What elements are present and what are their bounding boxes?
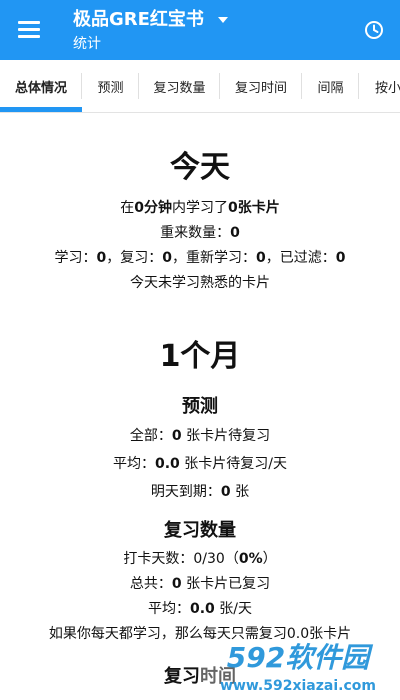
today-mature-line: 今天未学习熟悉的卡片 bbox=[130, 275, 270, 291]
clock-icon[interactable] bbox=[364, 20, 384, 40]
dropdown-arrow-icon bbox=[217, 17, 228, 23]
forecast-tomorrow-line: 明天到期：0 张 bbox=[150, 484, 250, 500]
today-again-line: 重来数量：0 bbox=[160, 225, 240, 241]
today-heading: 今天 bbox=[170, 150, 230, 185]
tab-label: 复习数量 bbox=[153, 80, 206, 96]
today-breakdown-line: 学习：0，复习：0，重新学习：0，已过滤：0 bbox=[54, 250, 346, 266]
today-studied-line: 在0分钟内学习了0张卡片 bbox=[120, 200, 280, 216]
page-subtitle: 统计 bbox=[73, 36, 101, 52]
tab-label: 间隔 bbox=[317, 80, 344, 96]
tab-intervals[interactable]: 间隔 bbox=[302, 60, 359, 112]
tab-overview[interactable]: 总体情况 bbox=[0, 60, 82, 112]
stats-content[interactable]: 今天 在0分钟内学习了0张卡片 重来数量：0 学习：0，复习：0，重新学习：0，… bbox=[0, 113, 400, 700]
tab-review-count[interactable]: 复习数量 bbox=[139, 60, 220, 112]
menu-icon[interactable] bbox=[18, 21, 40, 39]
tab-label: 预测 bbox=[97, 80, 124, 96]
tab-forecast[interactable]: 预测 bbox=[82, 60, 139, 112]
svg-text:www.592xiazai.com: www.592xiazai.com bbox=[220, 678, 376, 694]
review-count-heading: 复习数量 bbox=[164, 520, 236, 541]
review-days-line: 打卡天数：0/30（0%） bbox=[123, 551, 277, 567]
tab-label: 总体情况 bbox=[14, 80, 67, 96]
tab-by-hour[interactable]: 按小 bbox=[359, 60, 400, 112]
tab-review-time[interactable]: 复习时间 bbox=[220, 60, 302, 112]
tab-label: 复习时间 bbox=[234, 80, 287, 96]
deck-title: 极品GRE红宝书 bbox=[73, 9, 204, 30]
svg-text:592软件园: 592软件园 bbox=[227, 641, 373, 674]
review-total-line: 总共：0 张卡片已复习 bbox=[129, 576, 271, 592]
forecast-average-line: 平均：0.0 张卡片待复习/天 bbox=[113, 456, 287, 472]
site-watermark: 592软件园 www.592xiazai.com bbox=[200, 640, 396, 694]
month-heading: 1个月 bbox=[159, 339, 241, 374]
app-bar: 极品GRE红宝书 统计 bbox=[0, 0, 400, 60]
tab-label: 按小 bbox=[375, 80, 400, 96]
tab-bar: 总体情况 预测 复习数量 复习时间 间隔 按小 bbox=[0, 60, 400, 113]
forecast-heading: 预测 bbox=[182, 396, 218, 417]
review-average-line: 平均：0.0 张/天 bbox=[148, 601, 252, 617]
deck-selector[interactable]: 极品GRE红宝书 统计 bbox=[73, 9, 228, 54]
forecast-total-line: 全部：0 张卡片待复习 bbox=[129, 428, 271, 444]
